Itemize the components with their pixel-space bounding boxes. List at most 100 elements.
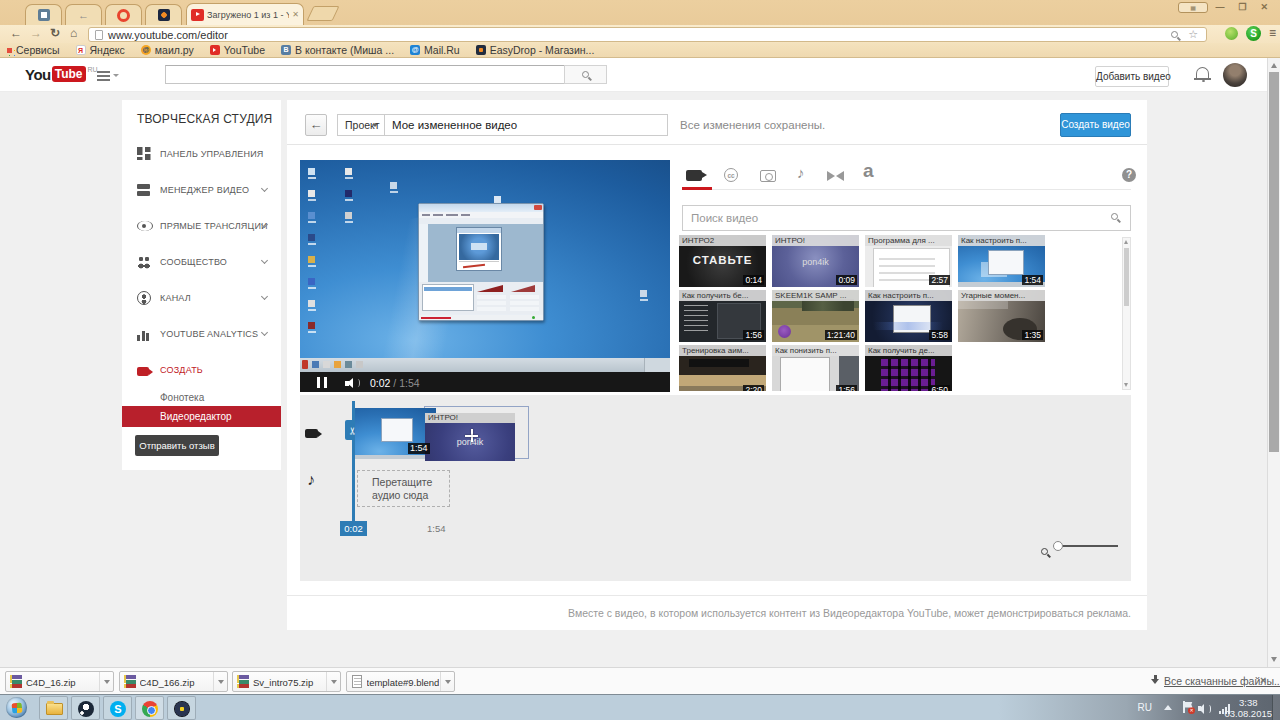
- video-search-input[interactable]: Поиск видео: [682, 205, 1131, 231]
- close-button[interactable]: ✕: [1260, 2, 1268, 12]
- language-indicator[interactable]: RU: [1138, 702, 1152, 713]
- download-caret-icon[interactable]: [99, 672, 113, 691]
- extension-icon-s[interactable]: S: [1246, 26, 1261, 41]
- start-button[interactable]: [6, 697, 27, 718]
- taskbar-steam[interactable]: [71, 696, 100, 720]
- video-thumbnail[interactable]: ИНТРО!pon4ik0:09: [772, 235, 859, 287]
- address-bar[interactable]: www.youtube.com/editor ☆: [88, 27, 1207, 42]
- download-item[interactable]: Sv_intro75.zip: [232, 671, 341, 692]
- video-thumbnail[interactable]: Программа для ...2:57: [865, 235, 952, 287]
- sidebar-item[interactable]: ПАНЕЛЬ УПРАВЛЕНИЯ: [122, 142, 281, 166]
- taskbar-explorer[interactable]: [39, 696, 68, 720]
- download-item[interactable]: C4D_166.zip: [119, 671, 228, 692]
- sidebar-item[interactable]: МЕНЕДЖЕР ВИДЕО: [122, 178, 281, 202]
- bookmark-item[interactable]: Яндекс: [76, 44, 125, 56]
- home-icon[interactable]: ⌂: [70, 26, 77, 40]
- search-button[interactable]: [564, 65, 607, 84]
- avatar[interactable]: [1223, 63, 1247, 87]
- video-thumbnail[interactable]: Как получить де...6:50: [865, 345, 952, 391]
- add-video-button[interactable]: Добавить видео: [1095, 66, 1169, 87]
- clock[interactable]: 3:3803.08.2015: [1224, 697, 1272, 719]
- zoom-slider-knob[interactable]: [1053, 541, 1063, 551]
- video-thumbnail[interactable]: ИНТРО2СТАВЬТЕ0:14: [679, 235, 766, 287]
- blend-file-icon: [352, 675, 362, 688]
- downloads-close-icon[interactable]: ×: [1260, 674, 1266, 686]
- pause-icon[interactable]: [317, 377, 327, 388]
- sidebar-item[interactable]: КАНАЛ: [122, 286, 281, 310]
- pinned-tab-3[interactable]: [105, 4, 142, 25]
- bookmark-item[interactable]: EasyDrop - Магазин...: [476, 44, 595, 56]
- zoom-slider-track[interactable]: [1063, 545, 1118, 547]
- project-name-input[interactable]: Мое измененное видео: [385, 114, 668, 136]
- bookmark-item[interactable]: В контакте (Миша ...: [281, 44, 394, 56]
- zoom-icon[interactable]: [1171, 31, 1178, 38]
- download-item[interactable]: template#9.blend: [346, 671, 455, 692]
- reload-icon[interactable]: ↻: [50, 26, 60, 40]
- help-icon[interactable]: ?: [1122, 168, 1136, 182]
- bookmark-item[interactable]: Сервисы: [7, 44, 60, 56]
- sidebar-item-fonoteka[interactable]: Фонотека: [160, 392, 204, 403]
- sidebar-item-videoeditor[interactable]: Видеоредактор: [122, 406, 281, 427]
- timeline-clip-2[interactable]: ИНТРО! pon4ik: [425, 413, 515, 461]
- tab-close-icon[interactable]: ✕: [292, 10, 299, 19]
- guide-menu-icon[interactable]: [97, 71, 111, 81]
- search-input[interactable]: [165, 65, 565, 84]
- bookmark-star-icon[interactable]: ☆: [1188, 28, 1198, 41]
- back-icon[interactable]: ←: [10, 26, 22, 40]
- bookmark-item[interactable]: YouTube: [210, 44, 265, 56]
- video-thumbnail[interactable]: Как настроить п...1:54: [958, 235, 1045, 287]
- extension-icon-green[interactable]: [1225, 27, 1238, 40]
- video-search-icon[interactable]: [1111, 213, 1118, 220]
- grid-scrollbar[interactable]: [1122, 237, 1131, 390]
- download-caret-icon[interactable]: [440, 672, 454, 691]
- pinned-tab-2[interactable]: ←: [65, 4, 102, 25]
- sidebar-item[interactable]: YOUTUBE ANALYTICS: [122, 322, 281, 346]
- audio-drop-zone[interactable]: Перетащитеаудио сюда: [357, 470, 450, 507]
- notifications-bell-icon[interactable]: [1196, 67, 1209, 78]
- feedback-button[interactable]: Отправить отзыв: [135, 435, 219, 456]
- restore-button[interactable]: ❐: [1238, 2, 1246, 12]
- new-tab-button[interactable]: [307, 6, 340, 21]
- minimize-button[interactable]: —: [1215, 2, 1224, 12]
- video-thumbnail[interactable]: Как получить бе...1:56: [679, 290, 766, 342]
- video-thumbnail[interactable]: Как понизить п...1:56: [772, 345, 859, 391]
- show-desktop-button[interactable]: [1272, 695, 1280, 720]
- tray-volume-icon[interactable]: [1198, 703, 1212, 714]
- sidebar-item[interactable]: СОЗДАТЬ: [122, 358, 281, 382]
- taskbar-app[interactable]: [167, 696, 196, 720]
- bookmark-item[interactable]: Mail.Ru: [410, 44, 460, 56]
- pinned-tab-4[interactable]: [145, 4, 182, 25]
- tab-text[interactable]: a: [863, 160, 874, 182]
- pinned-tab-1[interactable]: [25, 4, 62, 25]
- youtube-logo[interactable]: You Tube RU: [25, 66, 98, 83]
- video-frame[interactable]: [300, 160, 670, 372]
- project-dropdown[interactable]: Проект: [337, 114, 385, 136]
- download-caret-icon[interactable]: [326, 672, 340, 691]
- window-scrollbar[interactable]: [1267, 58, 1280, 667]
- video-thumbnail[interactable]: Угарные момен...1:35: [958, 290, 1045, 342]
- taskbar-skype[interactable]: S: [103, 696, 132, 720]
- bookmark-item[interactable]: маил.ру: [141, 44, 194, 56]
- download-caret-icon[interactable]: [213, 672, 227, 691]
- video-thumbnail[interactable]: Как настроить п...5:58: [865, 290, 952, 342]
- time-current: 0:02: [370, 377, 390, 389]
- video-thumbnail[interactable]: SKEEM1K SAMP ...1:21:40: [772, 290, 859, 342]
- taskbar-chrome[interactable]: [135, 696, 164, 720]
- sidebar-item[interactable]: ПРЯМЫЕ ТРАНСЛЯЦИИ: [122, 214, 281, 238]
- action-center-flag-icon[interactable]: ✕: [1183, 701, 1192, 713]
- tab-photos[interactable]: [760, 170, 776, 182]
- folder-icon: [46, 703, 63, 715]
- back-button[interactable]: ←: [305, 114, 327, 136]
- tab-audio[interactable]: ♪: [797, 164, 805, 181]
- active-tab[interactable]: Загружено 1 из 1 - YouTu ✕: [186, 3, 304, 25]
- tab-captions[interactable]: cc: [724, 168, 738, 182]
- tab-videos[interactable]: [686, 168, 708, 186]
- forward-icon[interactable]: →: [30, 26, 42, 40]
- tray-expand-icon[interactable]: [1164, 705, 1172, 710]
- sidebar-item[interactable]: СООБЩЕСТВО: [122, 250, 281, 274]
- download-item[interactable]: C4D_16.zip: [5, 671, 114, 692]
- video-thumbnail[interactable]: Тренировка аим...2:20: [679, 345, 766, 391]
- browser-menu-icon[interactable]: ≡: [1269, 27, 1276, 40]
- titlebar-badge[interactable]: ▦: [1178, 2, 1208, 13]
- create-video-button[interactable]: Создать видео: [1060, 113, 1131, 137]
